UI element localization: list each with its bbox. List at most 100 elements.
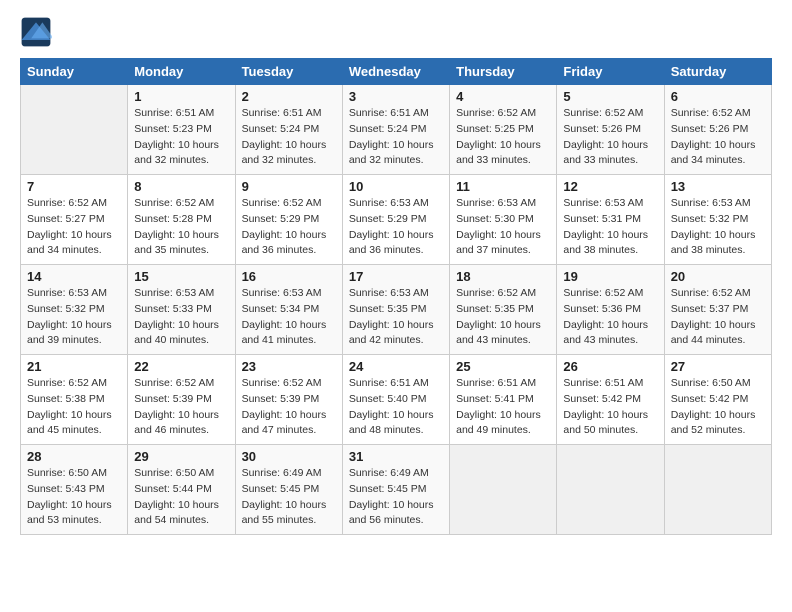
logo-icon [20, 16, 52, 48]
day-cell [450, 445, 557, 535]
day-cell: 20 Sunrise: 6:52 AM Sunset: 5:37 PM Dayli… [664, 265, 771, 355]
day-cell: 27 Sunrise: 6:50 AM Sunset: 5:42 PM Dayli… [664, 355, 771, 445]
day-number: 3 [349, 89, 443, 104]
day-number: 18 [456, 269, 550, 284]
header-cell-monday: Monday [128, 59, 235, 85]
day-info: Sunrise: 6:52 AM Sunset: 5:38 PM Dayligh… [27, 376, 121, 439]
day-cell: 7 Sunrise: 6:52 AM Sunset: 5:27 PM Daylig… [21, 175, 128, 265]
day-info: Sunrise: 6:52 AM Sunset: 5:27 PM Dayligh… [27, 196, 121, 259]
day-info: Sunrise: 6:52 AM Sunset: 5:26 PM Dayligh… [671, 106, 765, 169]
day-info: Sunrise: 6:51 AM Sunset: 5:40 PM Dayligh… [349, 376, 443, 439]
day-info: Sunrise: 6:52 AM Sunset: 5:37 PM Dayligh… [671, 286, 765, 349]
week-row-3: 14 Sunrise: 6:53 AM Sunset: 5:32 PM Dayli… [21, 265, 772, 355]
day-cell: 29 Sunrise: 6:50 AM Sunset: 5:44 PM Dayli… [128, 445, 235, 535]
day-number: 23 [242, 359, 336, 374]
header-cell-thursday: Thursday [450, 59, 557, 85]
day-number: 20 [671, 269, 765, 284]
day-cell: 19 Sunrise: 6:52 AM Sunset: 5:36 PM Dayli… [557, 265, 664, 355]
day-cell: 2 Sunrise: 6:51 AM Sunset: 5:24 PM Daylig… [235, 85, 342, 175]
week-row-5: 28 Sunrise: 6:50 AM Sunset: 5:43 PM Dayli… [21, 445, 772, 535]
day-number: 28 [27, 449, 121, 464]
day-info: Sunrise: 6:51 AM Sunset: 5:23 PM Dayligh… [134, 106, 228, 169]
day-number: 25 [456, 359, 550, 374]
day-number: 29 [134, 449, 228, 464]
day-number: 22 [134, 359, 228, 374]
day-number: 27 [671, 359, 765, 374]
day-info: Sunrise: 6:53 AM Sunset: 5:30 PM Dayligh… [456, 196, 550, 259]
day-info: Sunrise: 6:53 AM Sunset: 5:32 PM Dayligh… [27, 286, 121, 349]
day-info: Sunrise: 6:50 AM Sunset: 5:44 PM Dayligh… [134, 466, 228, 529]
day-info: Sunrise: 6:50 AM Sunset: 5:42 PM Dayligh… [671, 376, 765, 439]
day-cell: 1 Sunrise: 6:51 AM Sunset: 5:23 PM Daylig… [128, 85, 235, 175]
day-info: Sunrise: 6:49 AM Sunset: 5:45 PM Dayligh… [242, 466, 336, 529]
day-cell: 8 Sunrise: 6:52 AM Sunset: 5:28 PM Daylig… [128, 175, 235, 265]
day-cell: 13Sunrise: 6:53 AM Sunset: 5:32 PM Dayli… [664, 175, 771, 265]
day-number: 17 [349, 269, 443, 284]
day-cell [21, 85, 128, 175]
day-cell: 11 Sunrise: 6:53 AM Sunset: 5:30 PM Dayli… [450, 175, 557, 265]
day-info: Sunrise: 6:52 AM Sunset: 5:35 PM Dayligh… [456, 286, 550, 349]
day-info: Sunrise: 6:53 AM Sunset: 5:34 PM Dayligh… [242, 286, 336, 349]
day-info: Sunrise: 6:52 AM Sunset: 5:28 PM Dayligh… [134, 196, 228, 259]
day-info: Sunrise: 6:52 AM Sunset: 5:25 PM Dayligh… [456, 106, 550, 169]
day-number: 15 [134, 269, 228, 284]
day-number: 31 [349, 449, 443, 464]
day-info: Sunrise: 6:53 AM Sunset: 5:35 PM Dayligh… [349, 286, 443, 349]
day-number: 10 [349, 179, 443, 194]
day-cell: 23 Sunrise: 6:52 AM Sunset: 5:39 PM Dayli… [235, 355, 342, 445]
day-cell: 28 Sunrise: 6:50 AM Sunset: 5:43 PM Dayli… [21, 445, 128, 535]
header-row: SundayMondayTuesdayWednesdayThursdayFrid… [21, 59, 772, 85]
day-number: 24 [349, 359, 443, 374]
day-number: 21 [27, 359, 121, 374]
day-cell: 21 Sunrise: 6:52 AM Sunset: 5:38 PM Dayli… [21, 355, 128, 445]
week-row-4: 21 Sunrise: 6:52 AM Sunset: 5:38 PM Dayli… [21, 355, 772, 445]
day-info: Sunrise: 6:51 AM Sunset: 5:24 PM Dayligh… [242, 106, 336, 169]
header-cell-wednesday: Wednesday [342, 59, 449, 85]
header-cell-saturday: Saturday [664, 59, 771, 85]
day-number: 30 [242, 449, 336, 464]
day-number: 13 [671, 179, 765, 194]
day-info: Sunrise: 6:52 AM Sunset: 5:39 PM Dayligh… [134, 376, 228, 439]
day-number: 16 [242, 269, 336, 284]
day-number: 12 [563, 179, 657, 194]
day-cell: 12 Sunrise: 6:53 AM Sunset: 5:31 PM Dayli… [557, 175, 664, 265]
day-number: 2 [242, 89, 336, 104]
day-info: Sunrise: 6:52 AM Sunset: 5:36 PM Dayligh… [563, 286, 657, 349]
day-number: 5 [563, 89, 657, 104]
day-number: 7 [27, 179, 121, 194]
day-info: Sunrise: 6:53 AM Sunset: 5:33 PM Dayligh… [134, 286, 228, 349]
day-cell: 3 Sunrise: 6:51 AM Sunset: 5:24 PM Daylig… [342, 85, 449, 175]
header-cell-sunday: Sunday [21, 59, 128, 85]
day-number: 8 [134, 179, 228, 194]
day-info: Sunrise: 6:53 AM Sunset: 5:31 PM Dayligh… [563, 196, 657, 259]
day-cell: 4Sunrise: 6:52 AM Sunset: 5:25 PM Daylig… [450, 85, 557, 175]
day-number: 11 [456, 179, 550, 194]
day-cell: 22 Sunrise: 6:52 AM Sunset: 5:39 PM Dayli… [128, 355, 235, 445]
header-cell-tuesday: Tuesday [235, 59, 342, 85]
week-row-2: 7 Sunrise: 6:52 AM Sunset: 5:27 PM Daylig… [21, 175, 772, 265]
header [20, 16, 772, 48]
day-cell: 26Sunrise: 6:51 AM Sunset: 5:42 PM Dayli… [557, 355, 664, 445]
day-number: 9 [242, 179, 336, 194]
day-number: 26 [563, 359, 657, 374]
logo [20, 16, 56, 48]
calendar-table: SundayMondayTuesdayWednesdayThursdayFrid… [20, 58, 772, 535]
day-cell: 15 Sunrise: 6:53 AM Sunset: 5:33 PM Dayli… [128, 265, 235, 355]
day-info: Sunrise: 6:51 AM Sunset: 5:41 PM Dayligh… [456, 376, 550, 439]
week-row-1: 1 Sunrise: 6:51 AM Sunset: 5:23 PM Daylig… [21, 85, 772, 175]
day-cell: 14 Sunrise: 6:53 AM Sunset: 5:32 PM Dayli… [21, 265, 128, 355]
day-info: Sunrise: 6:52 AM Sunset: 5:39 PM Dayligh… [242, 376, 336, 439]
day-cell: 10Sunrise: 6:53 AM Sunset: 5:29 PM Dayli… [342, 175, 449, 265]
day-info: Sunrise: 6:49 AM Sunset: 5:45 PM Dayligh… [349, 466, 443, 529]
day-info: Sunrise: 6:50 AM Sunset: 5:43 PM Dayligh… [27, 466, 121, 529]
day-cell: 24 Sunrise: 6:51 AM Sunset: 5:40 PM Dayli… [342, 355, 449, 445]
day-cell: 17 Sunrise: 6:53 AM Sunset: 5:35 PM Dayli… [342, 265, 449, 355]
day-info: Sunrise: 6:52 AM Sunset: 5:29 PM Dayligh… [242, 196, 336, 259]
day-number: 6 [671, 89, 765, 104]
day-info: Sunrise: 6:51 AM Sunset: 5:24 PM Dayligh… [349, 106, 443, 169]
day-cell: 25 Sunrise: 6:51 AM Sunset: 5:41 PM Dayli… [450, 355, 557, 445]
day-number: 19 [563, 269, 657, 284]
calendar-container: SundayMondayTuesdayWednesdayThursdayFrid… [0, 0, 792, 545]
day-number: 1 [134, 89, 228, 104]
day-number: 14 [27, 269, 121, 284]
